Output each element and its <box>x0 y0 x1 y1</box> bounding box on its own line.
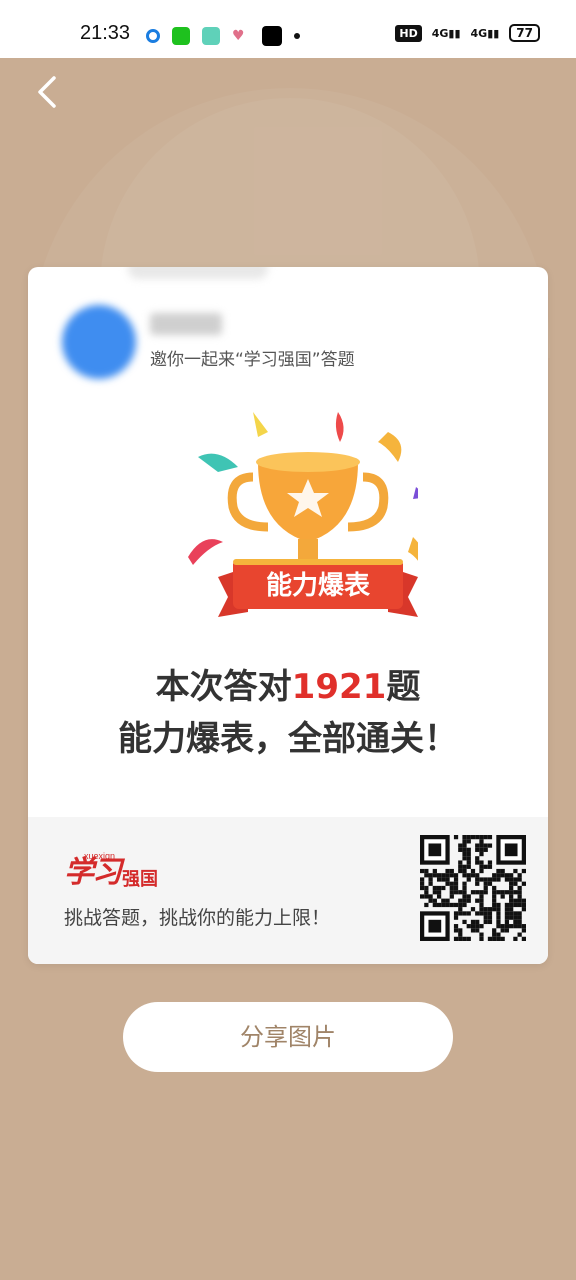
avatar <box>62 305 136 379</box>
notification-icons: ♥ <box>146 26 300 46</box>
back-button[interactable] <box>34 74 64 110</box>
trophy-illustration: 能力爆表 <box>158 407 429 637</box>
chevron-left-icon <box>38 76 56 108</box>
status-bar: 21:33 ♥ HD 4G▮▮ 4G▮▮ 77 <box>0 0 576 58</box>
tiktok-icon <box>262 26 282 46</box>
invite-text: 邀你一起来“学习强国”答题 <box>150 350 355 370</box>
achievement-badge: 能力爆表 <box>265 571 370 601</box>
qr-code-icon <box>420 835 526 941</box>
signal-icon-2: 4G▮▮ <box>470 26 500 40</box>
app-notification-icon <box>146 29 160 43</box>
share-image-button[interactable]: 分享图片 <box>123 1002 453 1072</box>
app-square-icon <box>202 27 220 45</box>
slogan-text: 挑战答题，挑战你的能力上限！ <box>64 907 331 929</box>
iqiyi-icon <box>172 27 190 45</box>
correct-count: 1921 <box>291 667 387 707</box>
heart-icon: ♥ <box>232 28 245 44</box>
result-card: 邀你一起来“学习强国”答题 能力爆表 本次答对1921题 能力爆表，全部通关！ … <box>28 267 548 964</box>
logo-pinyin: xuexiqn <box>84 851 116 861</box>
headline-line-2: 能力爆表，全部通关！ <box>118 719 458 759</box>
card-footer: 学习 强国 xuexiqn 挑战答题，挑战你的能力上限！ <box>28 817 548 964</box>
status-right: HD 4G▮▮ 4G▮▮ 77 <box>395 24 540 42</box>
blurred-region <box>128 267 268 279</box>
hd-icon: HD <box>395 24 422 42</box>
headline-line-1: 本次答对1921题 <box>155 667 421 707</box>
username-blurred <box>150 313 222 335</box>
battery-icon: 77 <box>509 24 540 42</box>
more-notifications-icon <box>294 33 300 39</box>
status-time: 21:33 <box>80 22 131 44</box>
signal-icon-1: 4G▮▮ <box>431 26 461 40</box>
